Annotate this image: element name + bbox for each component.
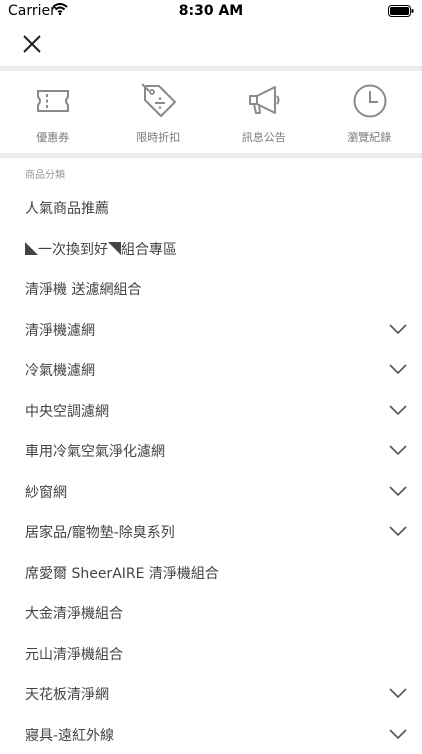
chevron-down-icon[interactable] (389, 363, 407, 375)
category-item[interactable]: 中央空調濾網 (0, 390, 422, 431)
category-item[interactable]: 天花板清淨網 (0, 673, 422, 714)
category-item[interactable]: 元山清淨機組合 (0, 633, 422, 674)
chevron-down-icon[interactable] (389, 687, 407, 699)
clock-icon (351, 82, 389, 120)
history-label: 瀏覽紀錄 (317, 129, 422, 145)
history-button[interactable]: 瀏覽紀錄 (317, 71, 422, 153)
category-item[interactable]: 大金清淨機組合 (0, 592, 422, 633)
category-label-part2: 組合專區 (121, 242, 177, 258)
category-label: 清淨機 送濾網組合 (25, 279, 141, 299)
chevron-down-icon[interactable] (389, 728, 407, 740)
category-item[interactable]: 清淨機濾網 (0, 309, 422, 350)
status-bar: Carrier 8:30 AM (0, 0, 422, 22)
announcement-label: 訊息公告 (211, 129, 317, 145)
chevron-down-icon[interactable] (389, 525, 407, 537)
category-label-part1: 一次換到好 (38, 242, 108, 258)
category-item[interactable]: 一次換到好組合專區 (0, 228, 422, 269)
triangle-left-icon (25, 242, 38, 255)
category-label: 清淨機濾網 (25, 320, 95, 340)
discount-tag-icon (140, 82, 178, 120)
category-item[interactable]: 紗窗網 (0, 471, 422, 512)
divider (0, 153, 422, 158)
category-label: 寢具-遠紅外線 (25, 725, 114, 745)
chevron-down-icon[interactable] (389, 485, 407, 497)
category-label: 人氣商品推薦 (25, 198, 109, 218)
category-item[interactable]: 席愛爾 SheerAIRE 清淨機組合 (0, 552, 422, 593)
triangle-right-icon (108, 242, 121, 255)
flash-discount-button[interactable]: 限時折扣 (106, 71, 212, 153)
category-item[interactable]: 人氣商品推薦 (0, 187, 422, 228)
category-label: 席愛爾 SheerAIRE 清淨機組合 (25, 563, 219, 583)
close-icon (18, 30, 46, 58)
category-list: 人氣商品推薦 一次換到好組合專區 清淨機 送濾網組合 清淨機濾網 冷氣機濾網 中… (0, 187, 422, 754)
section-title: 商品分類 (25, 166, 65, 181)
quick-actions-bar: 優惠券 限時折扣 訊息公告 瀏覽紀錄 (0, 71, 422, 153)
category-item[interactable]: 冷氣機濾網 (0, 349, 422, 390)
announcement-button[interactable]: 訊息公告 (211, 71, 317, 153)
category-label: 居家品/寵物墊-除臭系列 (25, 522, 175, 542)
category-label: 元山清淨機組合 (25, 644, 123, 664)
category-label: 冷氣機濾網 (25, 360, 95, 380)
close-button[interactable] (18, 30, 46, 58)
battery-icon (388, 5, 414, 21)
category-label: 大金清淨機組合 (25, 603, 123, 623)
coupon-label: 優惠券 (0, 129, 106, 145)
category-label: 紗窗網 (25, 482, 67, 502)
coupon-button[interactable]: 優惠券 (0, 71, 106, 153)
megaphone-icon (245, 82, 283, 120)
ticket-icon (34, 82, 72, 120)
category-item[interactable]: 車用冷氣空氣淨化濾網 (0, 430, 422, 471)
category-label: 中央空調濾網 (25, 401, 109, 421)
chevron-down-icon[interactable] (389, 323, 407, 335)
category-item[interactable]: 寢具-遠紅外線 (0, 714, 422, 754)
flash-discount-label: 限時折扣 (106, 129, 212, 145)
status-time: 8:30 AM (0, 3, 422, 19)
chevron-down-icon[interactable] (389, 444, 407, 456)
nav-bar (0, 22, 422, 66)
chevron-down-icon[interactable] (389, 404, 407, 416)
category-item[interactable]: 清淨機 送濾網組合 (0, 268, 422, 309)
category-label: 天花板清淨網 (25, 684, 109, 704)
category-item[interactable]: 居家品/寵物墊-除臭系列 (0, 511, 422, 552)
category-label: 一次換到好組合專區 (25, 239, 177, 259)
category-label: 車用冷氣空氣淨化濾網 (25, 441, 165, 461)
